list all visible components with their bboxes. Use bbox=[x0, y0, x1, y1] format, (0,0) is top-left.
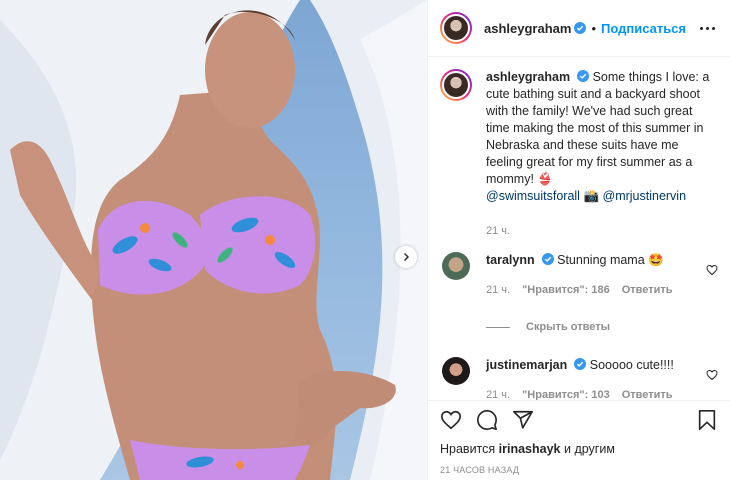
post-photo[interactable] bbox=[0, 0, 427, 480]
likes-prefix: Нравится bbox=[440, 442, 496, 456]
post-header: ashleygraham • Подписаться bbox=[428, 0, 730, 57]
verified-badge-icon bbox=[574, 22, 587, 34]
comment-likes[interactable]: "Нравится": 103 bbox=[522, 387, 610, 400]
mention-link[interactable]: @mrjustinervin bbox=[603, 189, 687, 203]
avatar[interactable] bbox=[442, 357, 470, 385]
bookmark-icon[interactable] bbox=[696, 409, 718, 431]
instagram-post: ashleygraham • Подписаться ashleygraham … bbox=[0, 0, 730, 480]
mention-link[interactable]: @swimsuitsforall bbox=[486, 189, 580, 203]
comment-icon[interactable] bbox=[476, 409, 498, 431]
caption-age[interactable]: 21 ч. bbox=[486, 223, 510, 240]
next-photo-button[interactable] bbox=[395, 246, 417, 268]
author-username[interactable]: ashleygraham bbox=[484, 21, 571, 36]
liker-username[interactable]: irinashayk bbox=[499, 442, 561, 456]
comment-item: taralynn Stunning mama 🤩 21 ч. "Нравится… bbox=[440, 252, 718, 299]
reply-button[interactable]: Ответить bbox=[622, 387, 673, 400]
caption-text: Some things I love: a cute bathing suit … bbox=[486, 70, 710, 186]
photo-illustration bbox=[0, 0, 427, 480]
caption: ashleygraham Some things I love: a cute … bbox=[440, 69, 718, 240]
camera-emoji: 📸 bbox=[583, 189, 600, 203]
heart-icon[interactable] bbox=[706, 264, 718, 276]
verified-badge-icon bbox=[577, 70, 590, 82]
likes-line: Нравится irinashayk и другим bbox=[440, 442, 718, 456]
post-timestamp[interactable]: 21 часов назад bbox=[440, 465, 718, 475]
comment-text: Sooooo cute!!!! bbox=[589, 358, 674, 372]
share-icon[interactable] bbox=[512, 409, 534, 431]
avatar[interactable] bbox=[440, 69, 472, 101]
verified-badge-icon bbox=[541, 253, 554, 265]
post-sidebar: ashleygraham • Подписаться ashleygraham … bbox=[427, 0, 730, 480]
separator-dot: • bbox=[591, 20, 596, 36]
more-options-icon[interactable] bbox=[696, 21, 718, 35]
avatar[interactable] bbox=[442, 252, 470, 280]
post-actions: Нравится irinashayk и другим 21 часов на… bbox=[428, 400, 730, 475]
comment-age[interactable]: 21 ч. bbox=[486, 282, 510, 299]
comments-list[interactable]: ashleygraham Some things I love: a cute … bbox=[428, 57, 730, 400]
caption-username[interactable]: ashleygraham bbox=[486, 70, 570, 84]
follow-button[interactable]: Подписаться bbox=[601, 21, 686, 36]
reply-button[interactable]: Ответить bbox=[622, 282, 673, 299]
chevron-right-icon bbox=[404, 253, 409, 261]
comment-age[interactable]: 21 ч. bbox=[486, 387, 510, 400]
action-icons bbox=[440, 407, 718, 433]
heart-icon[interactable] bbox=[440, 409, 462, 431]
comment-username[interactable]: taralynn bbox=[486, 253, 535, 267]
heart-icon[interactable] bbox=[706, 369, 718, 381]
hide-replies-toggle[interactable]: Скрыть ответы bbox=[486, 321, 718, 333]
comment-item: justinemarjan Sooooo cute!!!! 21 ч. "Нра… bbox=[440, 357, 718, 400]
comment-text: Stunning mama 🤩 bbox=[557, 253, 664, 267]
avatar[interactable] bbox=[440, 12, 472, 44]
comment-likes[interactable]: "Нравится": 186 bbox=[522, 282, 610, 299]
hide-replies-label[interactable]: Скрыть ответы bbox=[526, 321, 610, 333]
verified-badge-icon bbox=[574, 358, 587, 370]
comment-username[interactable]: justinemarjan bbox=[486, 358, 567, 372]
likes-suffix[interactable]: и другим bbox=[564, 442, 615, 456]
